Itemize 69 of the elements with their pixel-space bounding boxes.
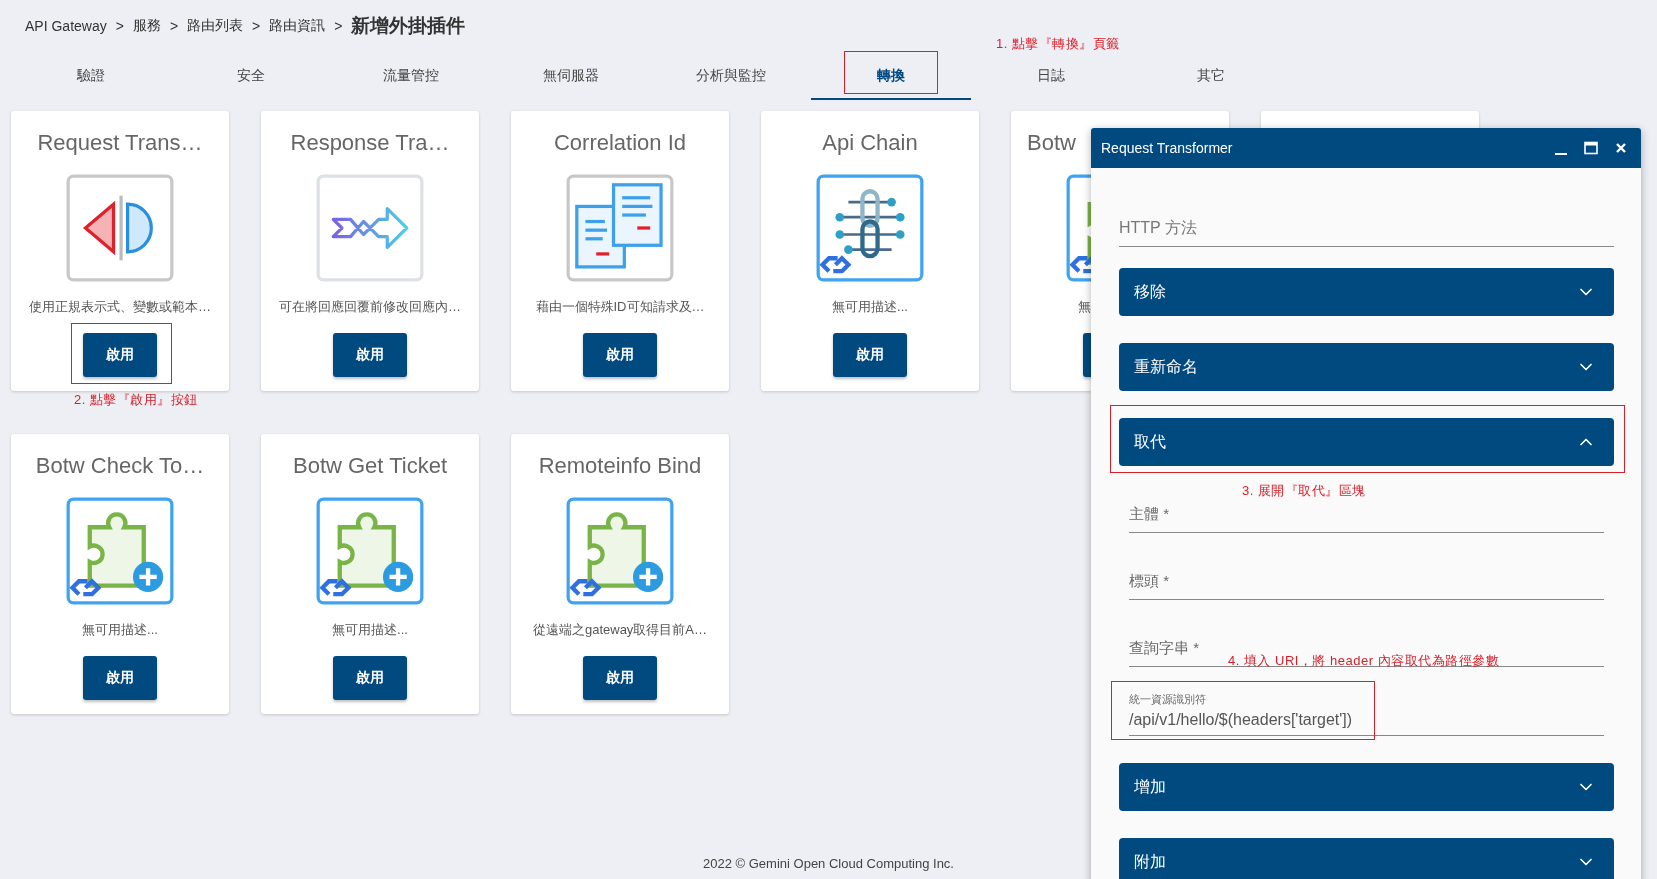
puzzle-icon [66, 497, 174, 605]
enable-button[interactable]: 啟用 [333, 333, 407, 377]
card-title: Request Trans… [37, 129, 203, 157]
card-description: 可在將回應回覆前修改回應內… [279, 298, 461, 316]
card-title: Api Chain [822, 129, 918, 157]
breadcrumb-link[interactable]: 路由資訊 [269, 17, 326, 35]
puzzle-icon [316, 497, 424, 605]
enable-button[interactable]: 啟用 [83, 656, 157, 700]
accordion-header[interactable]: 附加 [1119, 838, 1614, 879]
card-description: 從遠端之gateway取得目前A… [532, 621, 708, 639]
puzzle-icon [566, 497, 674, 605]
page-title: 新增外掛插件 [351, 14, 466, 38]
field-value: /api/v1/hello/$(headers['target']) [1129, 710, 1354, 729]
card-title: Correlation Id [553, 129, 687, 157]
enable-button[interactable]: 啟用 [83, 333, 157, 377]
tab[interactable]: 驗證 [11, 54, 171, 100]
tab[interactable]: 安全 [171, 54, 331, 100]
text-field[interactable]: 標頭 * [1129, 563, 1604, 600]
enable-button[interactable]: 啟用 [333, 656, 407, 700]
tab[interactable]: 日誌 [971, 54, 1131, 100]
field-label: 查詢字串 * [1129, 638, 1200, 658]
step-note: 1. 點擊『轉換』頁籤 [996, 35, 1120, 53]
tab[interactable]: 分析與監控 [651, 54, 811, 100]
documents-icon [566, 174, 674, 282]
field-label: 統一資源識別符 [1129, 691, 1207, 707]
breadcrumb-link[interactable]: 路由列表 [187, 17, 244, 35]
maximize-icon [1584, 141, 1598, 155]
text-field[interactable]: 主體 * [1129, 496, 1604, 533]
text-field[interactable]: 統一資源識別符 /api/v1/hello/$(headers['target']) [1129, 685, 1604, 736]
chain-icon [816, 174, 924, 282]
accordion-header[interactable]: 重新命名 [1119, 343, 1614, 391]
copyright-text: 2022 © Gemini Open Cloud Computing Inc. [703, 856, 954, 871]
breadcrumb-separator: > [334, 18, 343, 34]
enable-button[interactable]: 啟用 [833, 333, 907, 377]
maximize-button[interactable] [1583, 140, 1599, 156]
card-title: Botw Check To… [35, 452, 205, 480]
field-label: 標頭 * [1129, 571, 1170, 591]
close-icon [1615, 142, 1627, 154]
accordion-header[interactable]: 增加 [1119, 763, 1614, 811]
enable-button[interactable]: 啟用 [583, 333, 657, 377]
accordion-header[interactable]: 移除 [1119, 268, 1614, 316]
breadcrumb-separator: > [115, 18, 124, 34]
dialog-title: Request Transformer [1101, 140, 1234, 156]
card-description: 無 [1077, 298, 1091, 316]
card-description: 使用正規表示式、變數或範本… [29, 298, 211, 316]
field-label: 主體 * [1129, 504, 1170, 524]
http-method-field[interactable]: HTTP 方法 [1119, 210, 1614, 247]
breadcrumb-link[interactable]: API Gateway [25, 18, 107, 34]
card-title: Response Tra… [290, 129, 450, 157]
minimize-icon [1555, 153, 1567, 155]
tab[interactable]: 無伺服器 [491, 54, 651, 100]
accordion-header[interactable]: 取代 [1119, 418, 1614, 466]
card-description: 藉由一個特殊ID可知請求及… [535, 298, 705, 316]
split-shape-icon [66, 174, 174, 282]
step-note: 2. 點擊『啟用』按鈕 [74, 391, 198, 409]
card-description: 無可用描述... [82, 621, 158, 639]
card-description: 無可用描述... [332, 621, 408, 639]
card-description: 無可用描述... [832, 298, 908, 316]
card-title: Remoteinfo Bind [538, 452, 702, 480]
breadcrumb-link[interactable]: 服務 [132, 17, 161, 35]
breadcrumb-separator: > [169, 18, 179, 34]
breadcrumb-separator: > [252, 18, 261, 34]
tab[interactable]: 其它 [1131, 54, 1291, 100]
enable-button[interactable]: 啟用 [583, 656, 657, 700]
tab[interactable]: 流量管控 [331, 54, 491, 100]
tab[interactable]: 轉換 [811, 54, 971, 100]
card-title: Botw Get Ticket [292, 452, 448, 480]
step-note: 4. 填入 URI，將 header 內容取代為路徑參數 [1228, 652, 1500, 670]
card-title: Botw [1026, 129, 1076, 157]
